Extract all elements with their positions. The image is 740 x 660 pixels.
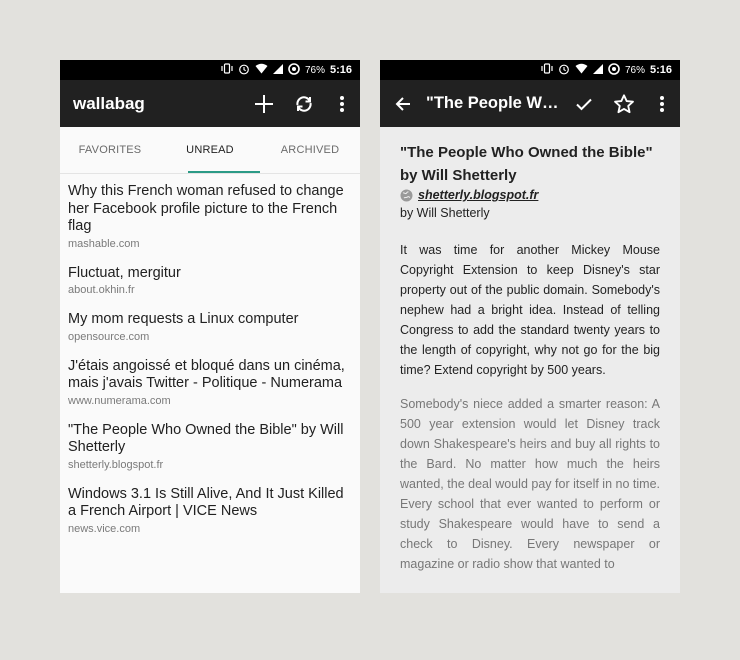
refresh-button[interactable] bbox=[284, 80, 324, 127]
globe-icon bbox=[400, 189, 413, 201]
article-content: "The People Who Owned the Bible" by Will… bbox=[380, 127, 680, 574]
list-item[interactable]: Fluctuat, mergitur about.okhin.fr bbox=[68, 256, 352, 303]
mark-read-button[interactable] bbox=[564, 80, 604, 127]
battery-level: 76% bbox=[304, 64, 325, 76]
list-item[interactable]: Windows 3.1 Is Still Alive, And It Just … bbox=[68, 477, 352, 541]
tab-archived[interactable]: ARCHIVED bbox=[260, 127, 360, 173]
article-source: www.numerama.com bbox=[68, 394, 171, 407]
article-source: mashable.com bbox=[68, 237, 140, 250]
more-vert-icon bbox=[660, 95, 664, 112]
more-vert-icon bbox=[340, 95, 344, 112]
article-title: "The People Who Owned the Bible" by Will… bbox=[68, 421, 344, 456]
article-title: Windows 3.1 Is Still Alive, And It Just … bbox=[68, 485, 344, 520]
wifi-icon bbox=[575, 63, 588, 77]
arrow-back-icon bbox=[395, 96, 410, 111]
list-item[interactable]: Why this French woman refused to change … bbox=[68, 174, 352, 256]
article-title: Fluctuat, mergitur bbox=[68, 264, 181, 281]
article-source: about.okhin.fr bbox=[68, 284, 135, 296]
article-title: My mom requests a Linux computer bbox=[68, 311, 299, 327]
phone-screen-list: 76% 5:16 wallabag FAVORITES UNREAD ARCHI… bbox=[60, 60, 360, 593]
article-source: shetterly.blogspot.fr bbox=[68, 458, 164, 471]
star-outline-icon bbox=[614, 93, 634, 113]
phone-screen-article: 76% 5:16 "The People Wh... "The People W… bbox=[380, 60, 680, 593]
battery-level: 76% bbox=[624, 64, 645, 76]
status-bar: 76% 5:16 bbox=[60, 60, 360, 80]
app-bar: "The People Wh... bbox=[380, 80, 680, 127]
article-paragraph: Somebody's niece added a smarter reason:… bbox=[400, 397, 660, 571]
clock: 5:16 bbox=[329, 64, 352, 76]
app-title: wallabag bbox=[73, 93, 145, 113]
signal-icon bbox=[592, 63, 603, 77]
alarm-icon bbox=[238, 63, 250, 78]
clock: 5:16 bbox=[649, 64, 672, 76]
signal-icon bbox=[272, 63, 283, 77]
vibrate-icon bbox=[541, 63, 553, 77]
list-item[interactable]: "The People Who Owned the Bible" by Will… bbox=[68, 413, 352, 477]
refresh-icon bbox=[296, 95, 312, 112]
tab-unread[interactable]: UNREAD bbox=[160, 127, 260, 173]
battery-saver-icon bbox=[608, 62, 620, 78]
back-button[interactable] bbox=[380, 80, 426, 127]
check-icon bbox=[576, 98, 592, 110]
plus-icon bbox=[255, 94, 273, 113]
article-author: by Will Shetterly bbox=[400, 206, 490, 220]
overflow-menu-button[interactable] bbox=[644, 80, 680, 127]
favorite-button[interactable] bbox=[604, 80, 644, 127]
article-title: Why this French woman refused to change … bbox=[68, 183, 344, 234]
article-list: Why this French woman refused to change … bbox=[60, 174, 360, 541]
status-bar: 76% 5:16 bbox=[380, 60, 680, 80]
alarm-icon bbox=[558, 63, 570, 78]
tab-bar: FAVORITES UNREAD ARCHIVED bbox=[60, 127, 360, 174]
overflow-menu-button[interactable] bbox=[324, 80, 360, 127]
article-appbar-title: "The People Wh... bbox=[426, 94, 564, 112]
article-source: news.vice.com bbox=[68, 522, 141, 535]
article-source: opensource.com bbox=[68, 330, 150, 343]
vibrate-icon bbox=[221, 63, 233, 77]
list-item[interactable]: J'étais angoissé et bloqué dans un ciném… bbox=[68, 349, 352, 413]
article-source-link[interactable]: shetterly.blogspot.fr bbox=[400, 188, 660, 202]
battery-saver-icon bbox=[288, 62, 300, 78]
article-title: J'étais angoissé et bloqué dans un ciném… bbox=[68, 357, 345, 392]
tab-favorites[interactable]: FAVORITES bbox=[60, 127, 160, 173]
list-item[interactable]: My mom requests a Linux computer opensou… bbox=[68, 302, 352, 349]
app-bar: wallabag bbox=[60, 80, 360, 127]
article-paragraph: It was time for another Mickey Mouse Cop… bbox=[400, 243, 660, 377]
wifi-icon bbox=[255, 63, 268, 77]
article-link-text[interactable]: shetterly.blogspot.fr bbox=[418, 188, 538, 202]
article-heading: "The People Who Owned the Bible" by Will… bbox=[400, 144, 653, 184]
add-button[interactable] bbox=[244, 80, 284, 127]
